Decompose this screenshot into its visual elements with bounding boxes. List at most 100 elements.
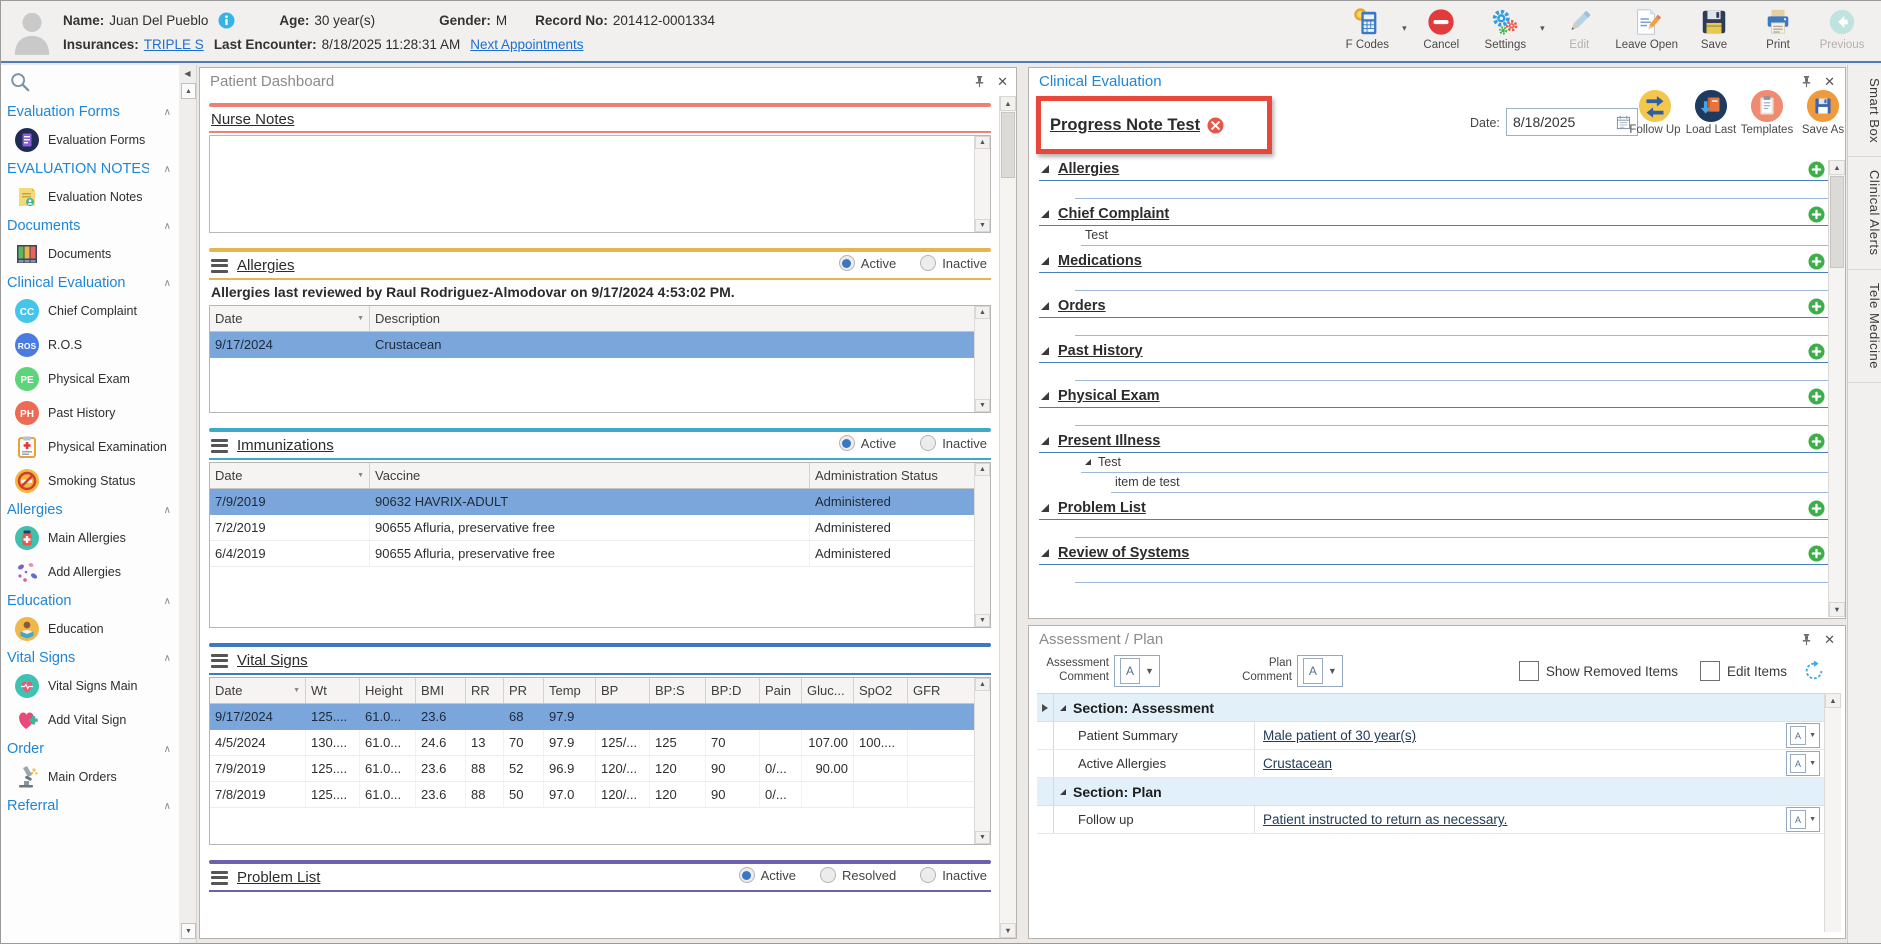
toolbar-settings-button[interactable]: Settings — [1473, 5, 1537, 52]
note-section-title[interactable]: Chief Complaint — [1058, 206, 1169, 222]
sidebar-item-add-vital-sign[interactable]: Add Vital Sign — [1, 703, 179, 737]
expander-icon[interactable] — [1085, 459, 1091, 465]
note-section-title[interactable]: Medications — [1058, 253, 1142, 269]
column-header-pain[interactable]: Pain — [760, 678, 802, 703]
refresh-icon[interactable] — [1803, 660, 1825, 682]
expander-icon[interactable] — [1041, 392, 1049, 400]
menu-icon[interactable] — [211, 436, 228, 455]
next-appointments-link[interactable]: Next Appointments — [470, 37, 583, 52]
close-icon[interactable]: ✕ — [1824, 75, 1835, 88]
add-item-button[interactable] — [1808, 545, 1825, 562]
column-header-height[interactable]: Height — [360, 678, 416, 703]
column-header-vaccine[interactable]: Vaccine — [370, 463, 810, 488]
column-header-description[interactable]: Description — [370, 306, 975, 331]
vital-signs-title[interactable]: Vital Signs — [237, 652, 308, 669]
close-icon[interactable]: ✕ — [1824, 633, 1835, 646]
show-removed-items-checkbox[interactable] — [1518, 661, 1539, 681]
sidebar-section-vital-signs[interactable]: Vital Signs ∧ — [1, 646, 179, 669]
column-header-date[interactable]: Date ▼ — [210, 463, 370, 488]
scroll-up-icon[interactable]: ▲ — [975, 463, 990, 476]
assessment-row[interactable]: Patient Summary Male patient of 30 year(s… — [1037, 722, 1824, 750]
expander-icon[interactable] — [1041, 549, 1049, 557]
sidebar-item-evaluation-forms[interactable]: Evaluation Forms — [1, 123, 179, 157]
sidebar-item-smoking-status[interactable]: Smoking Status — [1, 464, 179, 498]
allergies-filter-inactive[interactable]: Inactive — [920, 255, 987, 271]
comment-dropdown-button[interactable]: A ▼ — [1786, 723, 1820, 748]
scroll-down-icon[interactable]: ▼ — [1829, 602, 1845, 617]
note-section-title[interactable]: Review of Systems — [1058, 545, 1189, 561]
follow-up-button[interactable]: Follow Up — [1627, 89, 1683, 136]
table-row[interactable]: 6/4/2019 90655 Afluria, preservative free… — [210, 541, 975, 567]
toolbar-print-button[interactable]: Print — [1746, 5, 1810, 52]
expander-icon[interactable] — [1041, 210, 1049, 218]
note-item[interactable]: item de test — [1111, 473, 1828, 493]
collapse-caret-icon[interactable]: ∧ — [164, 221, 171, 232]
collapse-caret-icon[interactable]: ∧ — [164, 744, 171, 755]
column-header-spo2[interactable]: SpO2 — [854, 678, 908, 703]
table-row[interactable]: 9/17/2024 125.... 61.0... 23.6 68 97.9 — [210, 704, 975, 730]
expander-icon[interactable] — [1041, 504, 1049, 512]
sidebar-item-physical-exam[interactable]: PE Physical Exam — [1, 362, 179, 396]
toolbar-cancel-button[interactable]: Cancel — [1409, 5, 1473, 52]
scroll-up-icon[interactable]: ▲ — [975, 136, 990, 149]
sidebar-item-documents[interactable]: Documents — [1, 237, 179, 271]
column-header-gluc[interactable]: Gluc... — [802, 678, 854, 703]
panel-splitter[interactable] — [1017, 65, 1028, 943]
assessment-comment-dropdown-button[interactable]: A ▼ — [1114, 655, 1160, 687]
immunizations-title[interactable]: Immunizations — [237, 437, 334, 454]
expander-icon[interactable] — [1041, 257, 1049, 265]
search-icon[interactable] — [1, 65, 179, 100]
expander-icon[interactable] — [1041, 302, 1049, 310]
collapse-caret-icon[interactable]: ∧ — [164, 278, 171, 289]
sidebar-section-allergies[interactable]: Allergies ∧ — [1, 498, 179, 521]
scroll-up-icon[interactable]: ▲ — [181, 83, 196, 99]
add-item-button[interactable] — [1808, 500, 1825, 517]
problem-list-filter-inactive[interactable]: Inactive — [920, 867, 987, 883]
collapse-sidebar-icon[interactable]: ◀ — [179, 69, 196, 78]
sidebar-item-vital-signs-main[interactable]: Vital Signs Main — [1, 669, 179, 703]
save-as-button[interactable]: Save As — [1795, 89, 1851, 136]
add-item-button[interactable] — [1808, 253, 1825, 270]
sidebar-item-chief-complaint[interactable]: CC Chief Complaint — [1, 294, 179, 328]
menu-icon[interactable] — [211, 651, 228, 670]
menu-icon[interactable] — [211, 256, 228, 275]
scroll-up-icon[interactable]: ▲ — [1000, 96, 1016, 111]
collapse-caret-icon[interactable]: ∧ — [164, 653, 171, 664]
scroll-up-icon[interactable]: ▲ — [975, 306, 990, 319]
dropdown-caret-icon[interactable]: ▾ — [1399, 23, 1409, 34]
note-section-title[interactable]: Present Illness — [1058, 433, 1160, 449]
sidebar-section-order[interactable]: Order ∧ — [1, 737, 179, 760]
column-header-bmi[interactable]: BMI — [416, 678, 466, 703]
note-section-title[interactable]: Orders — [1058, 298, 1106, 314]
problem-list-filter-resolved[interactable]: Resolved — [819, 867, 896, 883]
column-header-pr[interactable]: PR — [504, 678, 544, 703]
comment-dropdown-button[interactable]: A ▼ — [1786, 807, 1820, 832]
value-link-follow-up[interactable]: Patient instructed to return as necessar… — [1263, 812, 1507, 827]
collapse-caret-icon[interactable]: ∧ — [164, 164, 171, 175]
expander-icon[interactable] — [1060, 788, 1066, 795]
dropdown-caret-icon[interactable]: ▾ — [1537, 23, 1547, 34]
load-last-button[interactable]: Load Last — [1683, 89, 1739, 136]
scroll-down-icon[interactable]: ▼ — [975, 399, 990, 412]
sort-caret-icon[interactable]: ▼ — [351, 315, 364, 322]
toolbar-leave-open-button[interactable]: Leave Open — [1611, 5, 1682, 52]
sort-caret-icon[interactable]: ▼ — [287, 687, 300, 694]
add-item-button[interactable] — [1808, 161, 1825, 178]
table-row[interactable]: 7/9/2019 90632 HAVRIX-ADULT Administered — [210, 489, 975, 515]
side-tab-clinical-alerts[interactable]: Clinical Alerts — [1848, 157, 1881, 270]
sidebar-item-evaluation-notes[interactable]: Evaluation Notes — [1, 180, 179, 214]
problem-list-filter-active[interactable]: Active — [738, 867, 796, 883]
table-row[interactable]: 7/9/2019 125.... 61.0... 23.6 88 52 96.9 120/..… — [210, 756, 975, 782]
column-header-bp-s[interactable]: BP:S — [650, 678, 706, 703]
collapse-caret-icon[interactable]: ∧ — [164, 505, 171, 516]
sidebar-item-main-orders[interactable]: Main Orders — [1, 760, 179, 794]
sidebar-section-evaluation-forms[interactable]: Evaluation Forms ∧ — [1, 100, 179, 123]
table-row[interactable]: 7/8/2019 125.... 61.0... 23.6 88 50 97.0 120/..… — [210, 782, 975, 808]
info-icon[interactable] — [218, 11, 235, 29]
scrollbar-thumb[interactable] — [1001, 112, 1015, 178]
sidebar-item-past-history[interactable]: PH Past History — [1, 396, 179, 430]
sidebar-section-referral[interactable]: Referral ∧ — [1, 794, 179, 817]
note-item[interactable]: Test — [1081, 453, 1828, 473]
scroll-down-icon[interactable]: ▼ — [975, 831, 990, 844]
toolbar-f-codes-button[interactable]: F Codes — [1335, 5, 1399, 52]
